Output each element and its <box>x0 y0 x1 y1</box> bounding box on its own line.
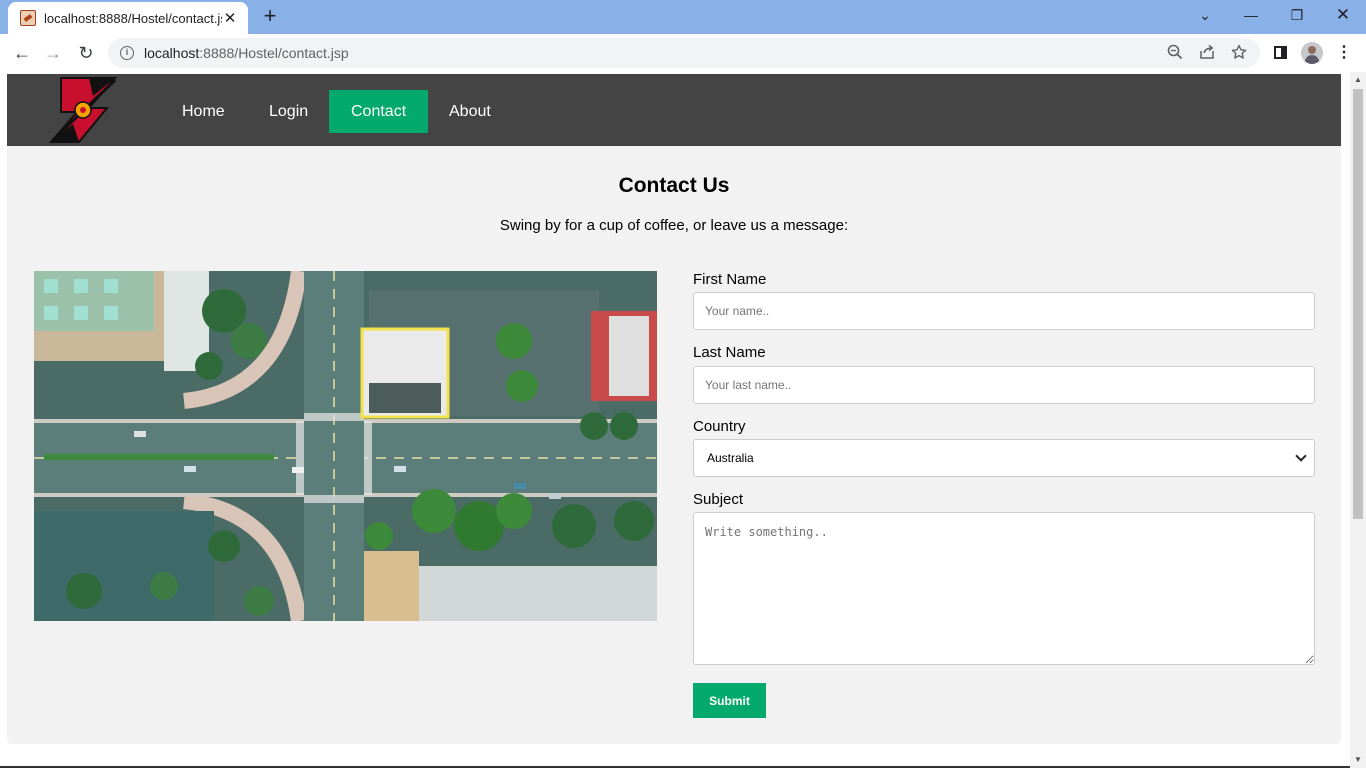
close-tab-icon[interactable]: ✕ <box>222 9 238 27</box>
site-navbar: Home Login Contact About <box>7 74 1341 146</box>
close-window-button[interactable]: ✕ <box>1320 0 1366 30</box>
tab-strip: localhost:8888/Hostel/contact.jsp ✕ + ⌄ … <box>0 0 1366 34</box>
browser-toolbar: ← → ↻ i localhost:8888/Hostel/contact.js… <box>0 34 1366 72</box>
scroll-down-arrow-icon[interactable]: ▼ <box>1350 752 1366 768</box>
nav-contact[interactable]: Contact <box>329 90 429 133</box>
last-name-input[interactable] <box>693 366 1315 404</box>
forward-arrow-icon[interactable]: → <box>40 40 66 66</box>
profile-avatar[interactable] <box>1301 42 1323 64</box>
country-label: Country <box>693 418 746 435</box>
address-bar[interactable]: i localhost:8888/Hostel/contact.jsp <box>108 38 1260 68</box>
scroll-up-arrow-icon[interactable]: ▲ <box>1350 72 1366 88</box>
kebab-menu-icon[interactable]: ⋮ <box>1334 43 1354 63</box>
aerial-city-image <box>34 271 657 621</box>
submit-button[interactable]: Submit <box>693 683 766 718</box>
tab-search-chevron-icon[interactable]: ⌄ <box>1182 0 1228 30</box>
url-host: localhost <box>144 45 200 61</box>
country-select-wrapper: Australia <box>693 439 1315 477</box>
tab-title: localhost:8888/Hostel/contact.jsp <box>44 10 222 26</box>
page-scrollbar[interactable]: ▲ ▼ <box>1350 72 1366 768</box>
country-select[interactable]: Australia <box>693 439 1315 477</box>
minimize-window-button[interactable]: — <box>1228 0 1274 30</box>
side-panel-icon[interactable] <box>1270 43 1290 63</box>
nav-login[interactable]: Login <box>247 90 330 133</box>
first-name-label: First Name <box>693 271 767 288</box>
site-favicon-icon <box>20 10 36 26</box>
nav-home[interactable]: Home <box>160 90 247 133</box>
back-arrow-icon[interactable]: ← <box>9 40 35 66</box>
share-icon[interactable] <box>1198 44 1216 62</box>
restore-window-button[interactable]: ❐ <box>1274 0 1320 30</box>
subject-label: Subject <box>693 491 744 508</box>
url-text[interactable]: localhost:8888/Hostel/contact.jsp <box>144 45 349 61</box>
first-name-input[interactable] <box>693 292 1315 330</box>
zoom-icon[interactable] <box>1166 44 1184 62</box>
star-icon[interactable] <box>1230 44 1248 62</box>
new-tab-button[interactable]: + <box>258 4 282 28</box>
page-subtitle: Swing by for a cup of coffee, or leave u… <box>499 217 849 234</box>
url-path: :8888/Hostel/contact.jsp <box>199 45 349 61</box>
page-viewport: Home Login Contact About Contact Us Swin… <box>0 72 1366 768</box>
site-logo[interactable] <box>48 74 119 146</box>
contact-container: Contact Us Swing by for a cup of coffee,… <box>7 146 1341 744</box>
last-name-label: Last Name <box>693 344 766 361</box>
browser-tab[interactable]: localhost:8888/Hostel/contact.jsp ✕ <box>8 2 248 34</box>
page-title: Contact Us <box>618 174 730 197</box>
subject-textarea[interactable] <box>693 512 1315 665</box>
info-icon[interactable]: i <box>120 46 134 60</box>
scrollbar-thumb[interactable] <box>1353 89 1363 519</box>
reload-icon[interactable]: ↻ <box>73 40 99 66</box>
nav-about[interactable]: About <box>427 90 513 133</box>
